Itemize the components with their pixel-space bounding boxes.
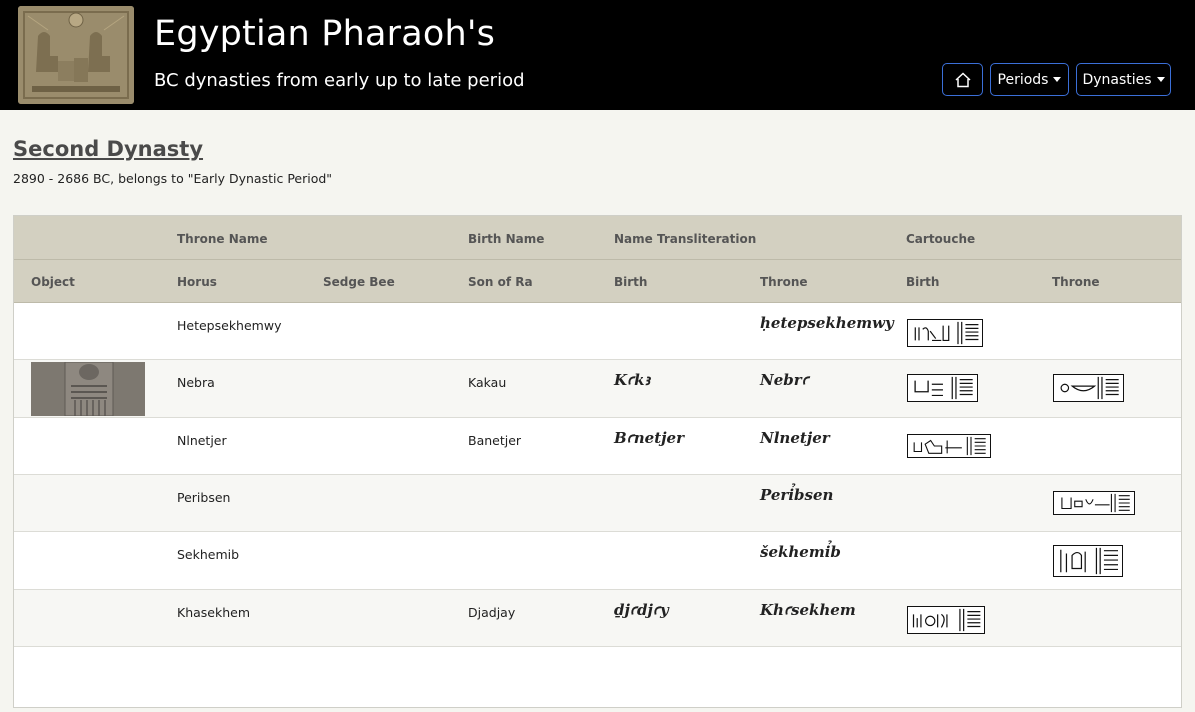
header-throne[interactable]: Throne xyxy=(760,275,808,289)
throne-transliteration: Nlnetjer xyxy=(760,429,830,447)
son-of-ra-name: Djadjay xyxy=(468,605,516,620)
son-of-ra-name: Banetjer xyxy=(468,433,522,448)
site-subtitle: BC dynasties from early up to late perio… xyxy=(154,70,525,91)
hieroglyph-icon xyxy=(914,321,979,345)
header-horus[interactable]: Horus xyxy=(177,275,217,289)
table-row[interactable]: Khasekhem Djadjay ḏjꜥdjꜥy Khꜥsekhem xyxy=(14,590,1181,647)
stele-relief-image xyxy=(18,6,134,104)
hieroglyph-icon xyxy=(1060,376,1119,400)
hieroglyph-icon xyxy=(912,608,981,632)
dynasties-label: Dynasties xyxy=(1082,71,1152,88)
horus-name: Nlnetjer xyxy=(177,433,227,448)
horus-name: Sekhemib xyxy=(177,547,240,562)
throne-cartouche-image[interactable] xyxy=(1053,374,1124,402)
site-header: Egyptian Pharaoh's BC dynasties from ear… xyxy=(0,0,1195,110)
table-row[interactable]: Peribsen Perỉbsen xyxy=(14,475,1181,532)
object-image[interactable] xyxy=(31,362,145,416)
header-object[interactable]: Object xyxy=(31,275,75,289)
table-group-header-row: Throne Name Birth Name Name Transliterat… xyxy=(14,216,1181,260)
throne-cartouche-image[interactable] xyxy=(1053,491,1135,515)
header-cartouche-throne[interactable]: Throne xyxy=(1052,275,1100,289)
home-button[interactable] xyxy=(942,63,983,96)
son-of-ra-name: Kakau xyxy=(468,375,507,390)
header-throne-name: Throne Name xyxy=(177,232,268,246)
header-son-of-ra[interactable]: Son of Ra xyxy=(468,275,533,289)
site-title: Egyptian Pharaoh's xyxy=(154,14,496,54)
hieroglyph-icon xyxy=(913,436,986,456)
birth-transliteration: Kꜥkꜣ xyxy=(614,371,650,389)
header-cartouche: Cartouche xyxy=(906,232,976,246)
dynasties-dropdown[interactable]: Dynasties xyxy=(1076,63,1171,96)
birth-transliteration: ḏjꜥdjꜥy xyxy=(614,601,669,619)
caret-down-icon xyxy=(1156,77,1165,82)
header-birth[interactable]: Birth xyxy=(614,275,647,289)
horus-name: Hetepsekhemwy xyxy=(177,318,282,333)
table-row[interactable]: Nebra Kakau Kꜥkꜣ Nebrꜥ xyxy=(14,360,1181,418)
hieroglyph-icon xyxy=(914,376,973,400)
table-row[interactable]: Nlnetjer Banetjer Bꜥnetjer Nlnetjer xyxy=(14,418,1181,475)
header-sedge-bee[interactable]: Sedge Bee xyxy=(323,275,395,289)
header-cartouche-birth[interactable]: Birth xyxy=(906,275,939,289)
throne-cartouche-image[interactable] xyxy=(1053,545,1123,577)
throne-transliteration: Khꜥsekhem xyxy=(760,601,856,619)
throne-transliteration: ḥetepsekhemwy xyxy=(760,314,894,332)
page-title: Second Dynasty xyxy=(13,137,204,161)
header-birth-name: Birth Name xyxy=(468,232,545,246)
site-logo[interactable] xyxy=(18,6,134,104)
hieroglyph-icon xyxy=(1061,493,1130,513)
periods-label: Periods xyxy=(997,71,1049,88)
birth-cartouche-image[interactable] xyxy=(907,606,985,634)
throne-transliteration: Perỉbsen xyxy=(760,486,834,504)
horus-name: Nebra xyxy=(177,375,215,390)
horus-name: Khasekhem xyxy=(177,605,251,620)
birth-cartouche-image[interactable] xyxy=(907,374,978,402)
horus-name: Peribsen xyxy=(177,490,231,505)
table-row[interactable]: Hetepsekhemwy ḥetepsekhemwy xyxy=(14,303,1181,360)
table-row[interactable]: Sekhemib šekhemỉb xyxy=(14,532,1181,590)
birth-cartouche-image[interactable] xyxy=(907,434,991,458)
caret-down-icon xyxy=(1053,77,1062,82)
throne-transliteration: šekhemỉb xyxy=(760,543,841,561)
pharaoh-table: Throne Name Birth Name Name Transliterat… xyxy=(13,215,1182,708)
birth-transliteration: Bꜥnetjer xyxy=(614,429,685,447)
home-icon xyxy=(954,71,971,87)
table-column-header-row: Object Horus Sedge Bee Son of Ra Birth T… xyxy=(14,260,1181,303)
hieroglyph-icon xyxy=(1060,547,1118,575)
header-name-transliteration: Name Transliteration xyxy=(614,232,757,246)
stone-fragment-image xyxy=(31,362,145,416)
periods-dropdown[interactable]: Periods xyxy=(990,63,1069,96)
page-subtitle: 2890 - 2686 BC, belongs to "Early Dynast… xyxy=(13,171,333,186)
birth-cartouche-image[interactable] xyxy=(907,319,983,347)
throne-transliteration: Nebrꜥ xyxy=(760,371,809,389)
